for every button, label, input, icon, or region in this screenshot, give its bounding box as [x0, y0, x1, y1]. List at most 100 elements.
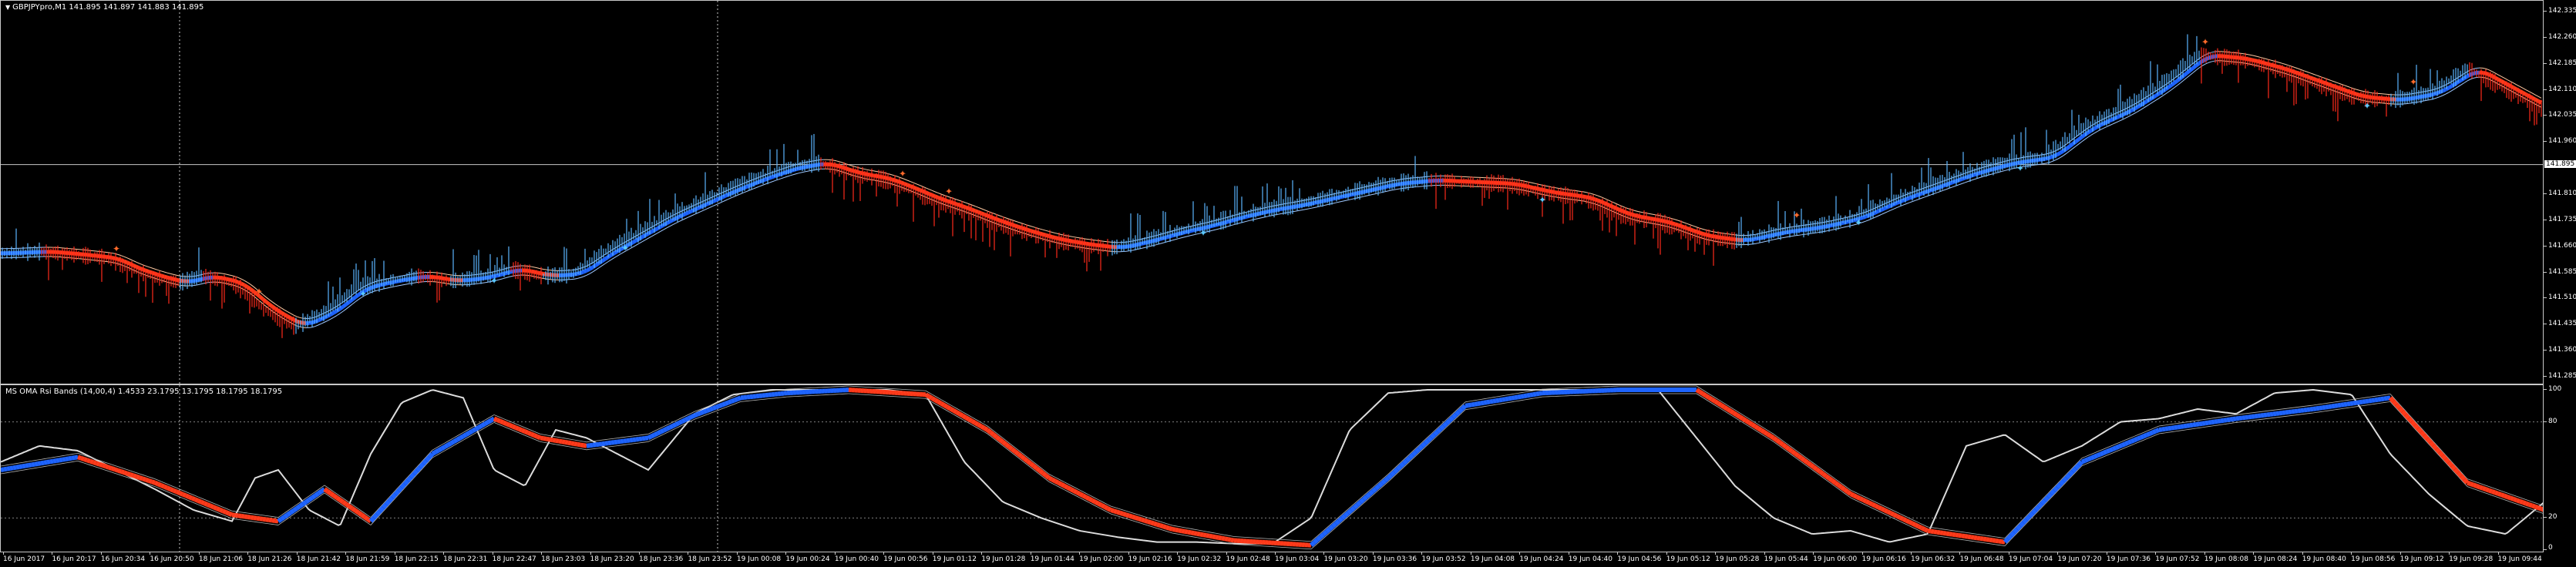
oma-band-upper	[536, 432, 541, 434]
oma-band-line	[92, 460, 97, 466]
oma-band-line	[983, 426, 989, 432]
oma-band-line	[1395, 465, 1403, 471]
oma-band-upper	[512, 422, 516, 424]
band-upper-line	[2312, 73, 2317, 76]
oma-band-line	[1230, 537, 1235, 543]
band-upper-line	[139, 263, 143, 266]
band-center-line	[1886, 203, 1892, 209]
band-center-line	[1896, 200, 1901, 205]
oma-band-lower	[71, 461, 76, 463]
oma-band-lower	[1159, 528, 1164, 531]
price-axis[interactable]: 142.335 142.260 142.185 142.110 142.035 141.9…	[2544, 0, 2576, 384]
band-center-line	[585, 267, 591, 273]
oma-band-lower	[1104, 510, 1108, 513]
band-lower-line	[771, 180, 775, 183]
oma-band-upper	[669, 421, 674, 424]
band-lower-line	[762, 183, 766, 186]
oma-band-lower	[1150, 525, 1155, 528]
oma-band-line	[1023, 457, 1029, 463]
oma-band-line	[341, 500, 348, 506]
oma-band-lower	[734, 402, 738, 404]
oma-band-upper	[170, 485, 174, 487]
band-upper-line	[1594, 194, 1599, 196]
oma-band-line	[733, 397, 739, 403]
oma-band-upper	[1193, 528, 1198, 531]
oma-band-line	[1057, 480, 1063, 487]
oma-band-lower	[231, 518, 236, 520]
oma-band-line	[520, 428, 526, 434]
oma-band-line	[499, 418, 505, 425]
oma-band-line	[335, 495, 341, 502]
oma-band-line	[449, 439, 456, 446]
oma-band-line	[632, 437, 637, 442]
oma-band-lower	[518, 432, 523, 434]
band-center-line	[687, 209, 693, 215]
oma-band-upper	[499, 417, 504, 419]
band-lower-line	[385, 287, 390, 289]
oma-band-lower	[59, 463, 63, 465]
oma-band-upper	[197, 496, 202, 498]
oma-band-upper	[518, 424, 523, 427]
oma-band-line	[338, 498, 345, 505]
band-lower-line	[2155, 98, 2160, 101]
oma-band-lower	[715, 409, 720, 411]
band-upper-line	[1017, 221, 1022, 224]
oma-band-line	[989, 430, 995, 437]
band-upper-line	[2300, 69, 2305, 72]
oma-band-line	[696, 411, 702, 417]
band-center-line	[2065, 145, 2071, 151]
oma-band-line	[234, 512, 239, 518]
band-center-line	[2087, 129, 2093, 135]
oma-band-line	[1380, 478, 1387, 485]
band-upper-line	[136, 261, 140, 264]
oma-band-lower	[536, 440, 541, 442]
band-lower-line	[1360, 196, 1364, 198]
oma-band-upper	[1107, 504, 1111, 507]
oma-band-lower	[1107, 512, 1111, 515]
oma-band-line	[662, 427, 668, 433]
oma-band-line	[955, 410, 961, 417]
band-lower-line	[197, 284, 202, 286]
oma-band-line	[1075, 490, 1081, 496]
oma-band-line	[977, 422, 983, 429]
band-upper-line	[2531, 92, 2536, 96]
oscillator-pane[interactable]: MS OMA Rsi Bands (14,00,4) 1.4533 23.179…	[0, 384, 2544, 552]
band-center-line	[971, 207, 976, 213]
current-price-tag: 141.895	[2544, 159, 2576, 168]
band-lower-line	[2149, 102, 2154, 105]
band-center-line	[2512, 86, 2518, 92]
oma-band-lower	[1215, 540, 1219, 542]
oma-band-line	[480, 421, 486, 428]
oma-band-line	[1119, 510, 1124, 516]
oma-band-line	[348, 504, 354, 511]
collapse-arrow-icon[interactable]: ▼	[5, 4, 10, 11]
band-lower-line	[2201, 63, 2206, 66]
price-chart-pane[interactable]: ✦ ✦ ✦ ✦ ✦ ✦ ✦ ✦ ✦ ✦ ✦ ✦ ✦ ✦ ✦ ▼ GBPJPYpro,M1 141.895 14…	[0, 0, 2544, 384]
oma-band-upper	[1088, 495, 1093, 497]
oma-band-line	[1181, 528, 1185, 534]
oma-band-lower	[1153, 527, 1158, 529]
band-lower-line	[1912, 200, 1916, 203]
band-lower-line	[666, 226, 671, 229]
oma-band-upper	[598, 439, 603, 441]
oma-band-upper	[734, 394, 738, 397]
oma-band-line	[1091, 498, 1097, 505]
oma-band-line	[289, 508, 295, 515]
band-lower-line	[401, 284, 405, 286]
band-lower-line	[2056, 156, 2061, 160]
band-lower-line	[592, 269, 597, 273]
band-lower-line	[1178, 237, 1182, 240]
band-center-line	[2056, 151, 2062, 156]
oma-band-line	[262, 516, 267, 522]
oma-band-line	[1371, 487, 1377, 494]
band-lower-line	[2078, 141, 2083, 145]
oma-band-line	[160, 483, 166, 489]
oma-band-upper	[543, 434, 547, 436]
oma-band-line	[274, 518, 279, 524]
band-center-line	[594, 261, 600, 267]
oma-band-upper	[1113, 506, 1118, 508]
band-lower-line	[672, 223, 677, 226]
price-axis-label: 141.960	[2548, 137, 2576, 146]
oma-band-line	[65, 456, 69, 461]
oma-band-lower	[1085, 501, 1090, 503]
